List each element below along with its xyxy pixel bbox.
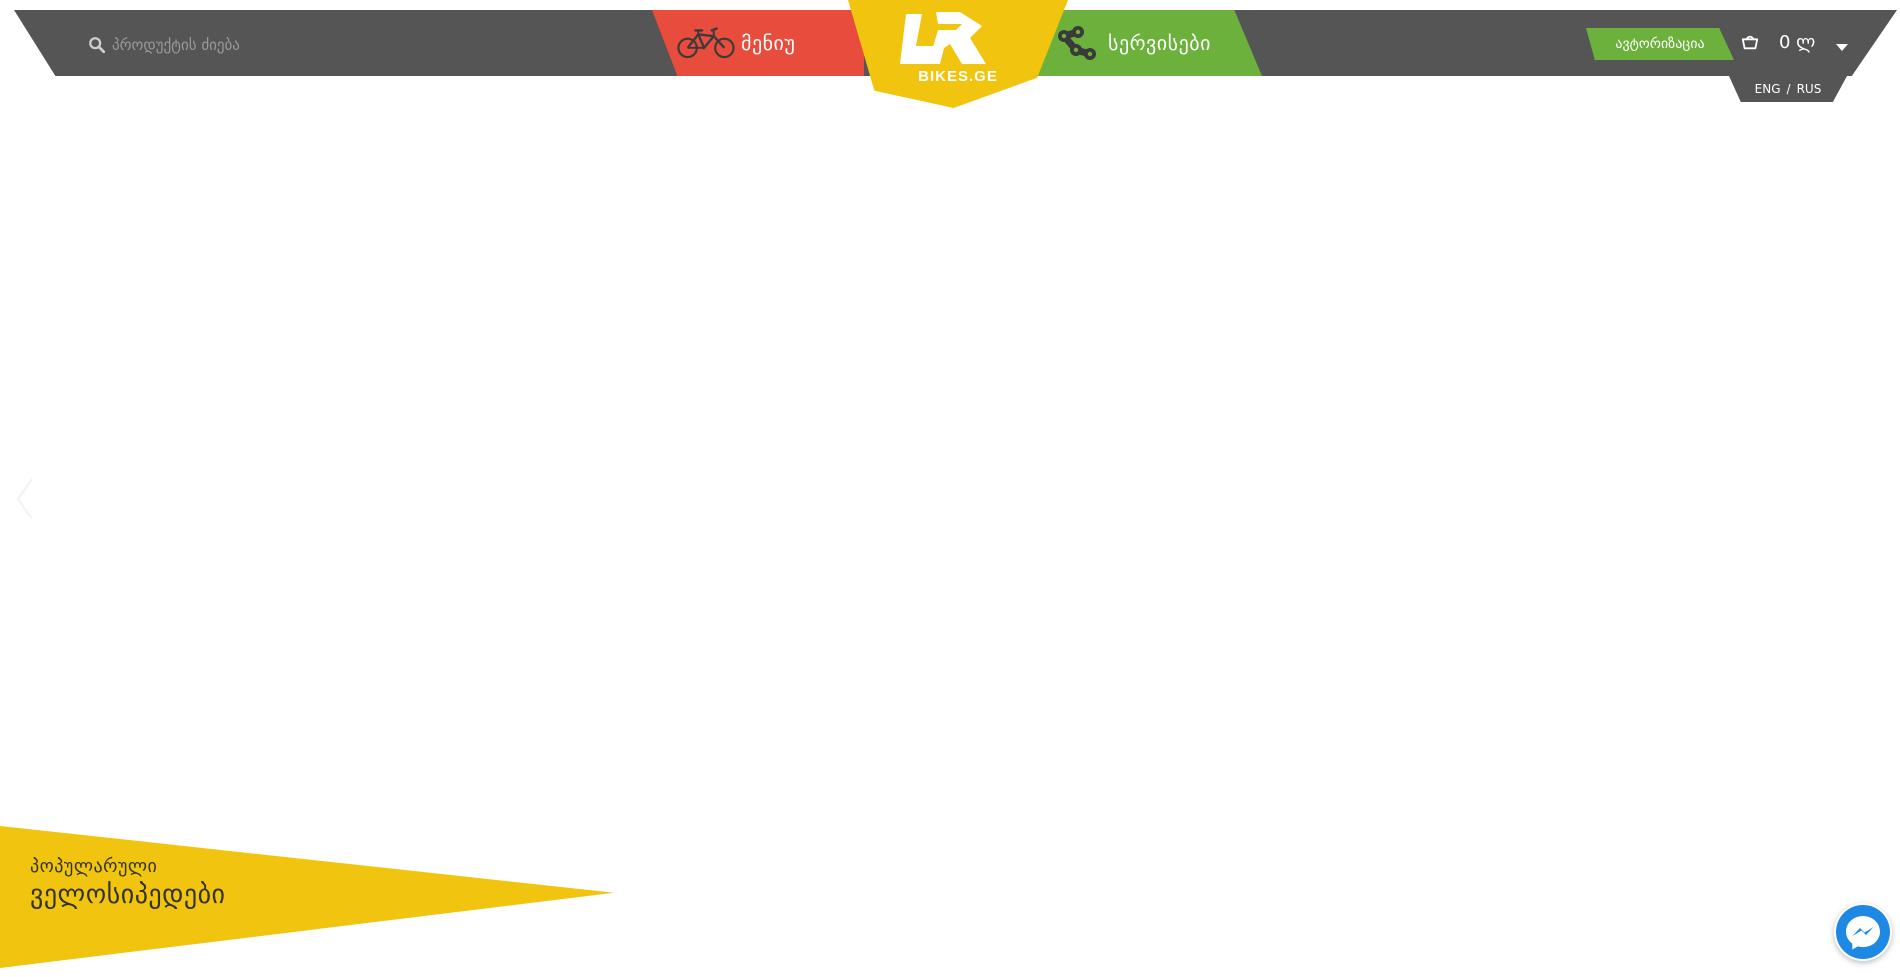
messenger-chat-button[interactable] bbox=[1834, 903, 1892, 961]
popular-bikes-title-line1: პოპულარული bbox=[30, 856, 158, 877]
bicycle-icon bbox=[677, 27, 735, 59]
popular-bikes-title-line2: ველოსიპედები bbox=[30, 880, 226, 910]
language-separator: / bbox=[1786, 82, 1791, 96]
bike-chain-icon bbox=[1058, 26, 1096, 60]
search-box[interactable] bbox=[88, 30, 388, 60]
cart-total[interactable]: 0 ლ bbox=[1779, 32, 1815, 53]
shopping-basket-icon[interactable] bbox=[1741, 33, 1759, 51]
services-label: სერვისები bbox=[1108, 31, 1211, 55]
site-logo[interactable]: BIKES.GE bbox=[848, 0, 1068, 108]
messenger-icon bbox=[1836, 905, 1890, 959]
search-input[interactable] bbox=[112, 36, 372, 54]
chevron-left-icon[interactable] bbox=[14, 476, 36, 522]
language-rus[interactable]: RUS bbox=[1797, 82, 1822, 96]
menu-label: მენიუ bbox=[741, 31, 796, 55]
bk-logo-icon bbox=[900, 12, 986, 64]
popular-bikes-banner[interactable]: პოპულარული ველოსიპედები bbox=[0, 826, 614, 968]
language-eng[interactable]: ENG bbox=[1755, 82, 1781, 96]
logo-text: BIKES.GE bbox=[918, 68, 998, 85]
cart-dropdown-arrow-icon[interactable] bbox=[1836, 44, 1848, 51]
menu-button[interactable]: მენიუ bbox=[652, 10, 864, 76]
language-switcher: ENG / RUS bbox=[1729, 76, 1847, 102]
login-button[interactable]: ავტორიზაცია bbox=[1586, 28, 1734, 60]
search-icon[interactable] bbox=[88, 36, 106, 54]
